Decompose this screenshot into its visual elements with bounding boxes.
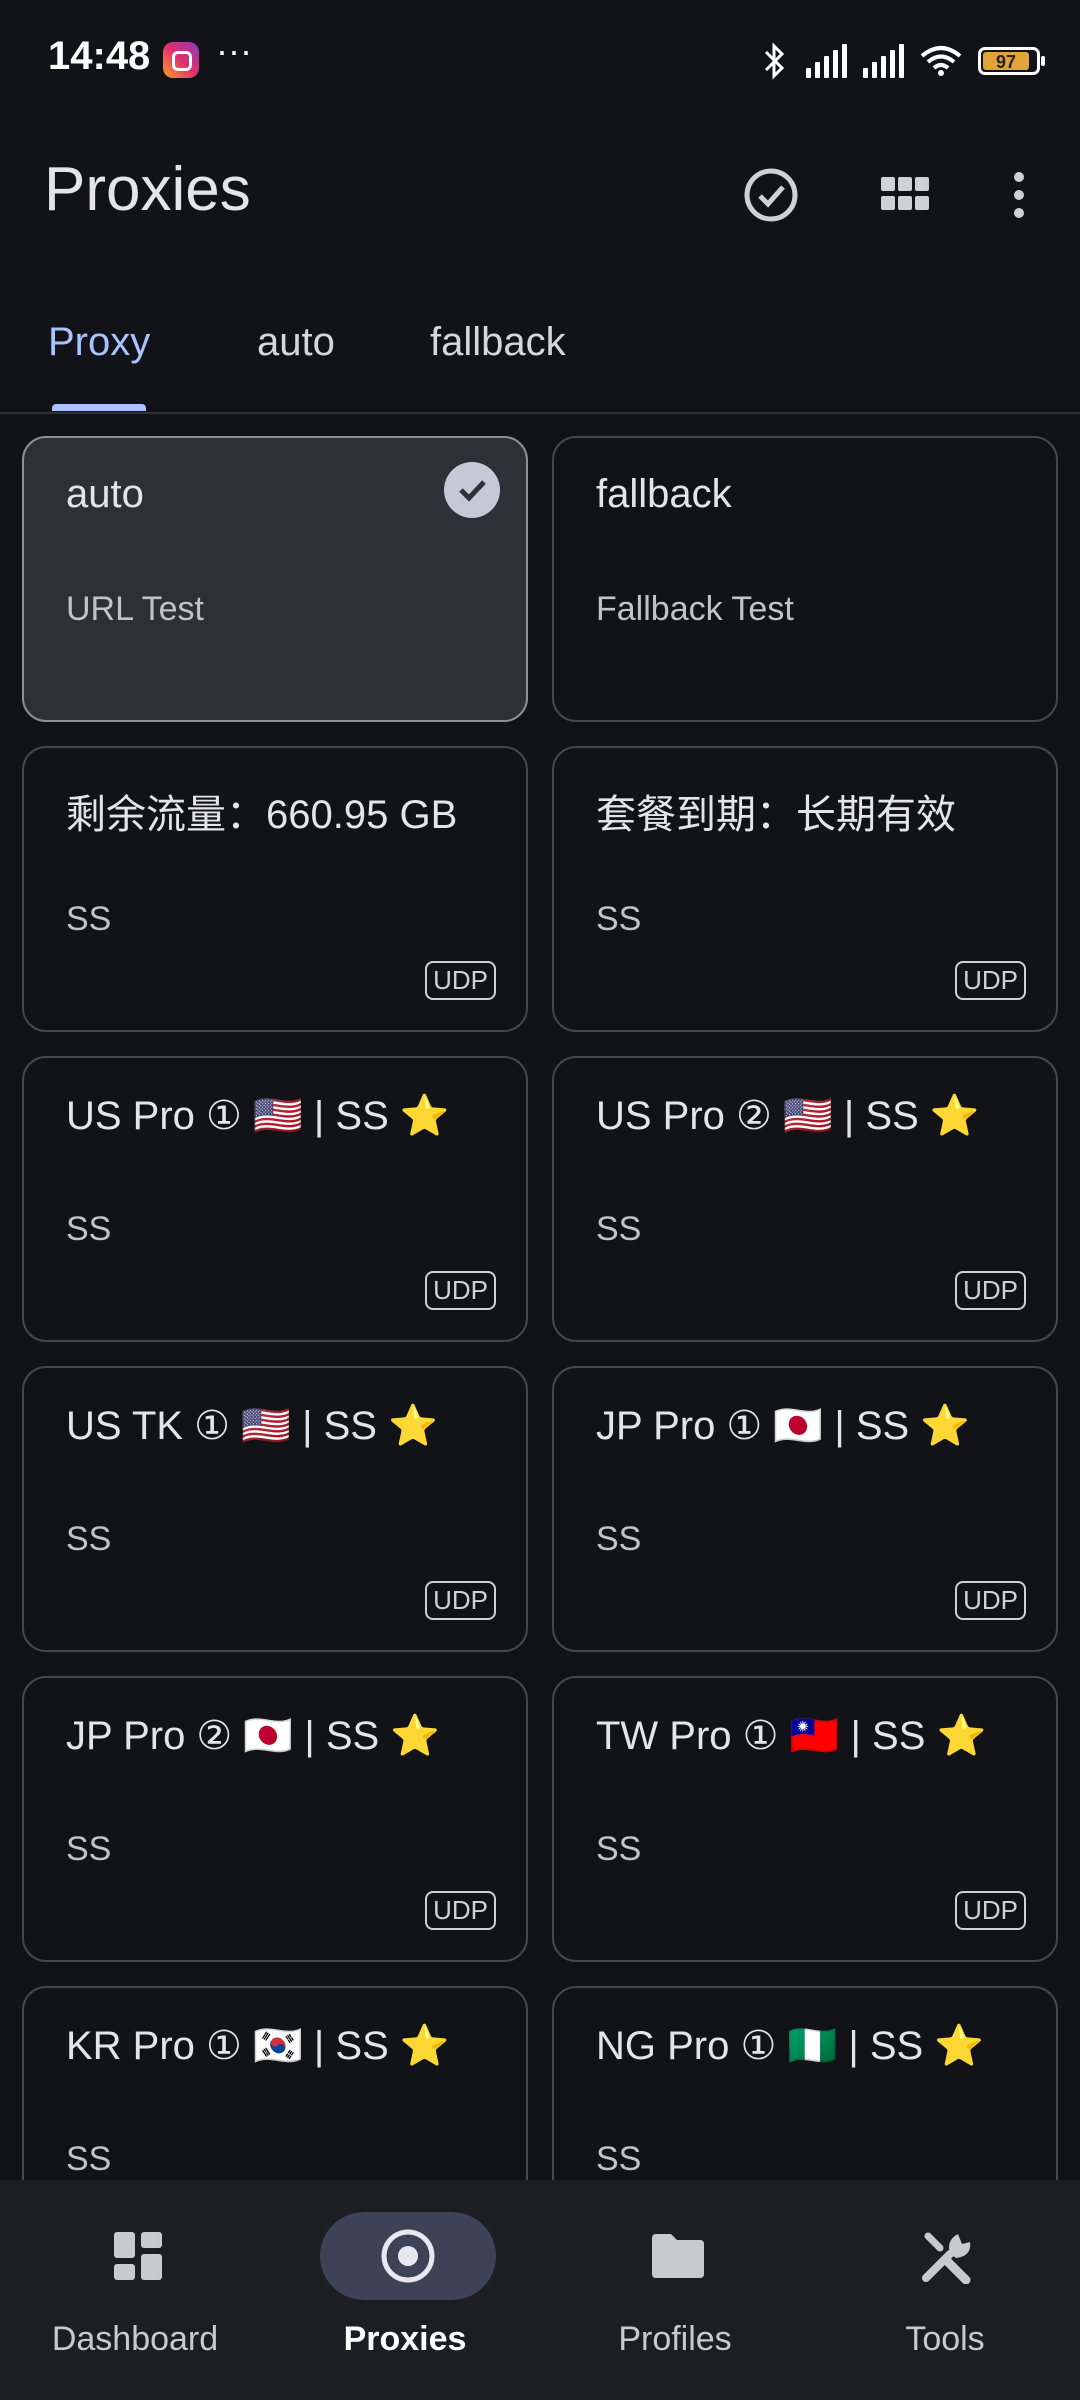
nav-profiles[interactable]: Profiles — [540, 2180, 810, 2400]
instagram-notification-icon — [163, 42, 199, 78]
proxy-card[interactable]: 套餐到期：长期有效 SS UDP — [552, 746, 1058, 1032]
proxy-type: SS — [66, 2140, 112, 2178]
proxy-card[interactable]: JP Pro ① 🇯🇵 | SS ⭐ SS UDP — [552, 1366, 1058, 1652]
bottom-navigation: Dashboard Proxies Profiles Tools — [0, 2180, 1080, 2400]
proxy-card[interactable]: JP Pro ② 🇯🇵 | SS ⭐ SS UDP — [22, 1676, 528, 1962]
nav-tools[interactable]: Tools — [810, 2180, 1080, 2400]
tools-icon — [860, 2212, 1036, 2300]
status-bar: 14:48 ··· 97 — [0, 0, 1080, 120]
proxy-name: NG Pro ① 🇳🇬 | SS ⭐ — [596, 2024, 985, 2068]
nav-label: Proxies — [343, 2320, 467, 2358]
proxy-name: US TK ① 🇺🇸 | SS ⭐ — [66, 1404, 438, 1448]
proxy-name: JP Pro ② 🇯🇵 | SS ⭐ — [66, 1714, 441, 1758]
proxy-type: SS — [66, 1520, 112, 1558]
proxy-type: SS — [596, 1520, 642, 1558]
proxy-card[interactable]: 剩余流量：660.95 GB SS UDP — [22, 746, 528, 1032]
nav-label: Dashboard — [51, 2320, 219, 2358]
udp-badge: UDP — [955, 1891, 1026, 1930]
page-title: Proxies — [44, 155, 251, 224]
proxy-card-auto[interactable]: auto URL Test — [22, 436, 528, 722]
proxy-type: SS — [596, 900, 642, 938]
system-indicators: 97 — [760, 36, 1045, 86]
app-bar: Proxies — [0, 130, 1080, 260]
proxy-name: fallback — [596, 472, 732, 516]
proxy-card-fallback[interactable]: fallback Fallback Test — [552, 436, 1058, 722]
proxy-type: SS — [596, 1210, 642, 1248]
check-circle-icon[interactable] — [736, 160, 806, 230]
tab-auto[interactable]: auto — [257, 320, 335, 365]
nav-label: Tools — [905, 2320, 985, 2358]
signal-1-icon — [806, 44, 847, 78]
proxy-type: SS — [596, 2140, 642, 2178]
proxy-name: auto — [66, 472, 144, 516]
folder-icon — [590, 2212, 766, 2300]
proxy-type: SS — [66, 1830, 112, 1868]
proxy-name: 套餐到期：长期有效 — [596, 793, 956, 837]
udp-badge: UDP — [425, 1581, 496, 1620]
nav-dashboard[interactable]: Dashboard — [0, 2180, 270, 2400]
proxy-card[interactable]: US TK ① 🇺🇸 | SS ⭐ SS UDP — [22, 1366, 528, 1652]
proxy-type: URL Test — [66, 590, 204, 628]
nav-label: Profiles — [618, 2320, 732, 2358]
wifi-icon — [920, 46, 962, 76]
proxy-type: Fallback Test — [596, 590, 794, 628]
proxy-name: US Pro ① 🇺🇸 | SS ⭐ — [66, 1094, 450, 1138]
udp-badge: UDP — [955, 1581, 1026, 1620]
dashboard-icon — [50, 2212, 226, 2300]
proxy-type: SS — [596, 1830, 642, 1868]
proxy-name: KR Pro ① 🇰🇷 | SS ⭐ — [66, 2024, 450, 2068]
proxy-type: SS — [66, 900, 112, 938]
nav-proxies[interactable]: Proxies — [270, 2180, 540, 2400]
grid-view-icon[interactable] — [870, 160, 940, 230]
proxy-card[interactable]: TW Pro ① 🇹🇼 | SS ⭐ SS UDP — [552, 1676, 1058, 1962]
bluetooth-icon — [764, 42, 785, 80]
udp-badge: UDP — [955, 961, 1026, 1000]
proxies-icon — [320, 2212, 496, 2300]
tab-proxy[interactable]: Proxy — [48, 320, 150, 365]
proxy-name: TW Pro ① 🇹🇼 | SS ⭐ — [596, 1714, 987, 1758]
signal-2-icon — [863, 44, 904, 78]
battery-level: 97 — [983, 52, 1029, 72]
tab-indicator — [52, 404, 146, 411]
proxy-card[interactable]: US Pro ① 🇺🇸 | SS ⭐ SS UDP — [22, 1056, 528, 1342]
proxy-type: SS — [66, 1210, 112, 1248]
udp-badge: UDP — [425, 1271, 496, 1310]
tab-bar: Proxy auto fallback — [0, 300, 1080, 414]
proxy-name: 剩余流量：660.95 GB — [66, 793, 458, 837]
selected-check-icon — [444, 462, 500, 518]
more-notifications-icon: ··· — [216, 30, 252, 71]
more-vert-icon[interactable] — [984, 160, 1054, 230]
udp-badge: UDP — [425, 961, 496, 1000]
tab-fallback[interactable]: fallback — [430, 320, 566, 365]
proxy-name: US Pro ② 🇺🇸 | SS ⭐ — [596, 1094, 980, 1138]
udp-badge: UDP — [955, 1271, 1026, 1310]
proxy-card[interactable]: US Pro ② 🇺🇸 | SS ⭐ SS UDP — [552, 1056, 1058, 1342]
status-time: 14:48 — [48, 34, 151, 78]
battery-icon: 97 — [978, 47, 1045, 75]
proxy-name: JP Pro ① 🇯🇵 | SS ⭐ — [596, 1404, 971, 1448]
udp-badge: UDP — [425, 1891, 496, 1930]
